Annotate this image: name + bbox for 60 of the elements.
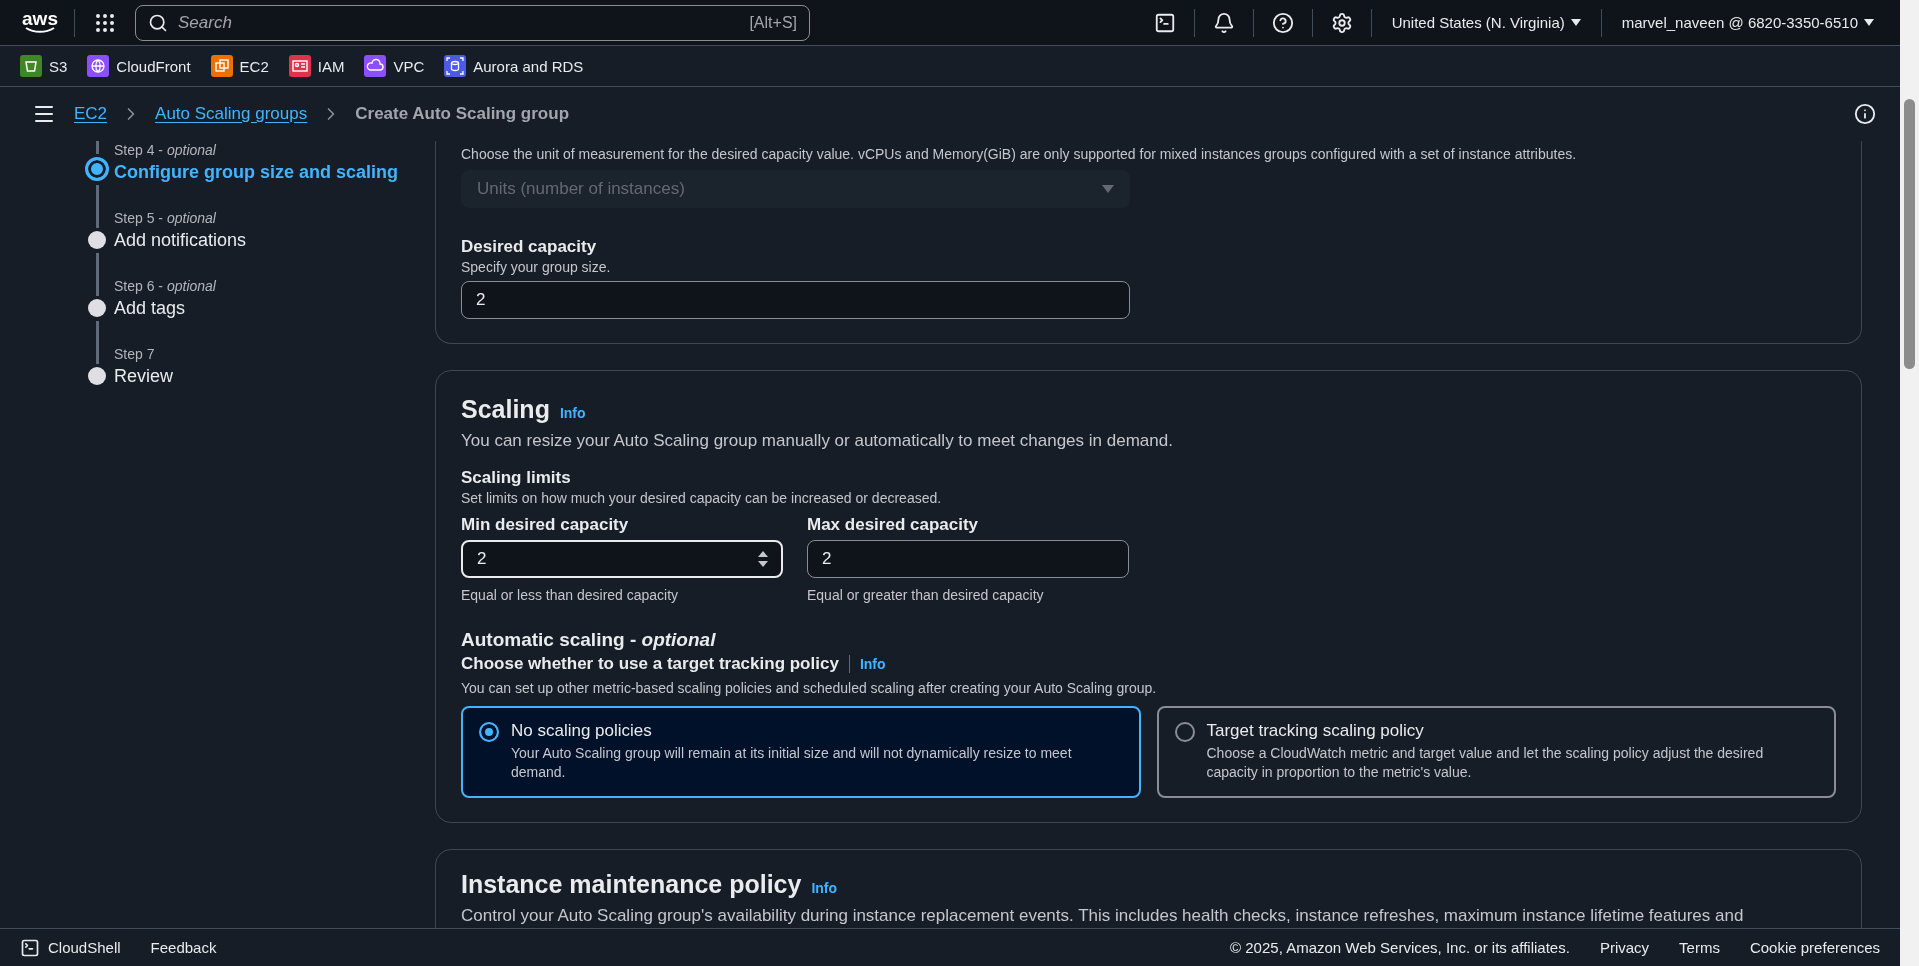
field-hint: You can set up other metric-based scaling policies and scheduled scaling after creating your Auto Scaling group.	[461, 679, 1158, 698]
footer-link[interactable]: Privacy	[1599, 939, 1650, 956]
input-field[interactable]: 2	[461, 540, 783, 578]
field-hint: Equal or greater than desired capacity	[807, 586, 1045, 605]
favorite-link[interactable]: Aurora and RDS	[444, 55, 584, 77]
current-page-title: Create Auto Scaling group	[355, 104, 569, 124]
search-icon	[148, 12, 168, 33]
field-hint: Equal or less than desired capacity	[461, 586, 680, 605]
section-title: Instance maintenance policy	[461, 869, 802, 900]
info-link[interactable]: Info	[559, 397, 586, 429]
step-title[interactable]: Add notifications	[114, 227, 435, 253]
spinner-icon[interactable]	[757, 549, 769, 569]
section-description: You can resize your Auto Scaling group manually or automatically to meet changes in demand.	[461, 430, 1174, 452]
input-field[interactable]: 2	[807, 540, 1129, 578]
favorite-link[interactable]: CloudFront	[87, 55, 191, 77]
input-field[interactable]: 2	[461, 281, 1130, 319]
favorite-link[interactable]: EC2	[210, 55, 269, 77]
aws-logo[interactable]: aws	[20, 11, 60, 34]
step-title[interactable]: Configure group size and scaling	[114, 159, 435, 185]
account-menu[interactable]: marvel_naveen @ 6820-3350-6510	[1615, 10, 1880, 35]
field-hint: Set limits on how much your desired capacity can be increased or decreased.	[461, 489, 943, 508]
unit-hint: Choose the unit of measurement for the desired capacity value. vCPUs and Memory(GiB) are only supported for mixed instances groups configured with a set of instance attributes.	[461, 145, 1578, 164]
search-input[interactable]: Search	[176, 11, 742, 34]
radio-option[interactable]: Target tracking scaling policy Choose a CloudWatch metric and target value and let the scaling policy adjust the desired capacity in proportion to the metric's value.	[1156, 706, 1836, 798]
step-label: Step 7	[114, 345, 156, 363]
search-field[interactable]: Search [Alt+S]	[135, 4, 810, 41]
caret-icon	[1102, 184, 1114, 194]
favorite-link[interactable]: S3	[20, 55, 68, 77]
shortcut-hint: [Alt+S]	[749, 13, 797, 32]
step-label: Step 5 - optional	[114, 209, 217, 227]
field-hint: Specify your group size.	[461, 258, 612, 277]
caret-icon	[1864, 18, 1874, 27]
feedback-link[interactable]: Feedback	[150, 939, 217, 956]
caret-icon	[1570, 18, 1581, 27]
terminal-icon	[20, 937, 40, 958]
favorite-link[interactable]: IAM	[288, 55, 345, 77]
copyright-text: © 2025, Amazon Web Services, Inc. or its affiliates.	[1230, 939, 1570, 956]
section-description: Control your Auto Scaling group's availability during instance replacement events. This includes health checks, instance refreshes, maximum instance lifetime features and	[461, 905, 1745, 927]
scrollbar[interactable]	[1900, 0, 1919, 966]
step-label: Step 6 - optional	[114, 277, 217, 295]
field-label: Choose whether to use a target tracking policy	[461, 653, 839, 675]
info-link[interactable]: Info	[859, 656, 886, 672]
favorite-link[interactable]: VPC	[364, 55, 425, 77]
field-label: Scaling limits	[461, 467, 572, 489]
step-title[interactable]: Add tags	[114, 295, 435, 321]
cloudshell-link[interactable]: CloudShell	[20, 937, 121, 958]
footer-link[interactable]: Terms	[1679, 939, 1720, 956]
field-label: Min desired capacity	[461, 514, 630, 536]
subsection-title: Automatic scaling - optional	[461, 628, 717, 652]
breadcrumb-link[interactable]: EC2	[74, 104, 108, 124]
region-menu[interactable]: United States (N. Virginia)	[1385, 10, 1587, 35]
footer-link[interactable]: Cookie preferences	[1749, 939, 1880, 956]
breadcrumb-link[interactable]: Auto Scaling groups	[155, 104, 308, 124]
step-title[interactable]: Review	[114, 363, 435, 389]
section-title: Scaling	[461, 394, 550, 425]
field-label: Desired capacity	[461, 236, 598, 258]
field-label: Max desired capacity	[807, 514, 980, 536]
info-link[interactable]: Info	[811, 872, 838, 904]
step-label: Step 4 - optional	[114, 141, 217, 159]
radio-option[interactable]: No scaling policies Your Auto Scaling group will remain at its initial size and will not dynamically resize to meet demand.	[461, 706, 1141, 798]
